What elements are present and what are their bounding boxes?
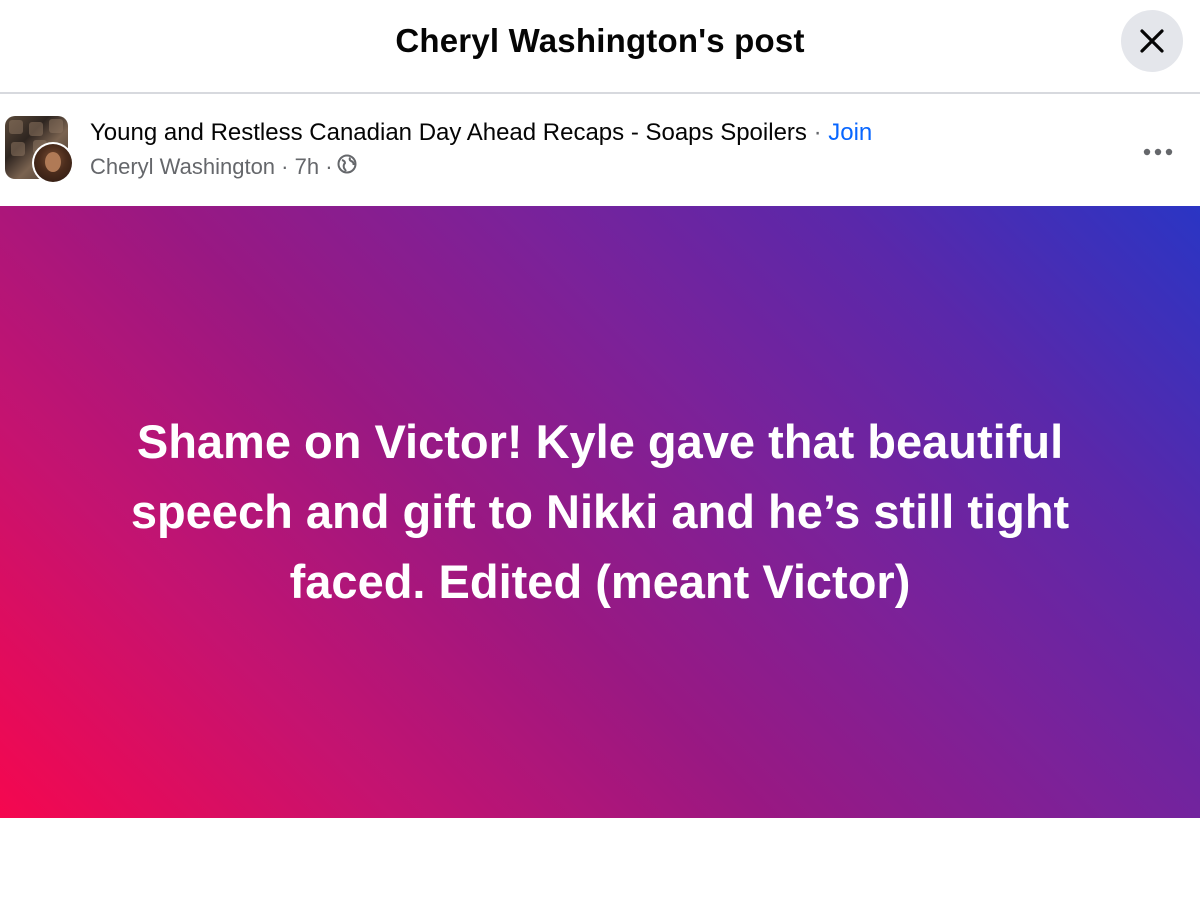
- dialog-header: Cheryl Washington's post: [0, 0, 1200, 94]
- post-header: Young and Restless Canadian Day Ahead Re…: [0, 96, 1200, 206]
- join-link[interactable]: Join: [828, 119, 872, 146]
- group-name-link[interactable]: Young and Restless Canadian Day Ahead Re…: [90, 119, 807, 146]
- separator: ·: [325, 154, 333, 179]
- post-meta: Cheryl Washington · 7h ·: [90, 154, 357, 180]
- author-name-link[interactable]: Cheryl Washington: [90, 154, 275, 180]
- more-options-button[interactable]: [1130, 132, 1186, 172]
- author-avatar-image: [34, 144, 72, 182]
- post-text: Shame on Victor! Kyle gave that beautifu…: [130, 415, 1070, 608]
- separator: ·: [281, 154, 289, 179]
- separator: ·: [813, 119, 822, 146]
- close-icon: [1140, 29, 1164, 53]
- close-button[interactable]: [1121, 10, 1183, 72]
- group-line: Young and Restless Canadian Day Ahead Re…: [90, 119, 872, 147]
- globe-icon[interactable]: [337, 154, 357, 180]
- post-time-link[interactable]: 7h: [295, 154, 319, 180]
- post-background-card: Shame on Victor! Kyle gave that beautifu…: [0, 206, 1200, 818]
- post-footer-area: [0, 818, 1200, 900]
- author-avatar[interactable]: [32, 142, 74, 184]
- more-horizontal-icon: [1143, 148, 1173, 156]
- dialog-title: Cheryl Washington's post: [395, 22, 805, 59]
